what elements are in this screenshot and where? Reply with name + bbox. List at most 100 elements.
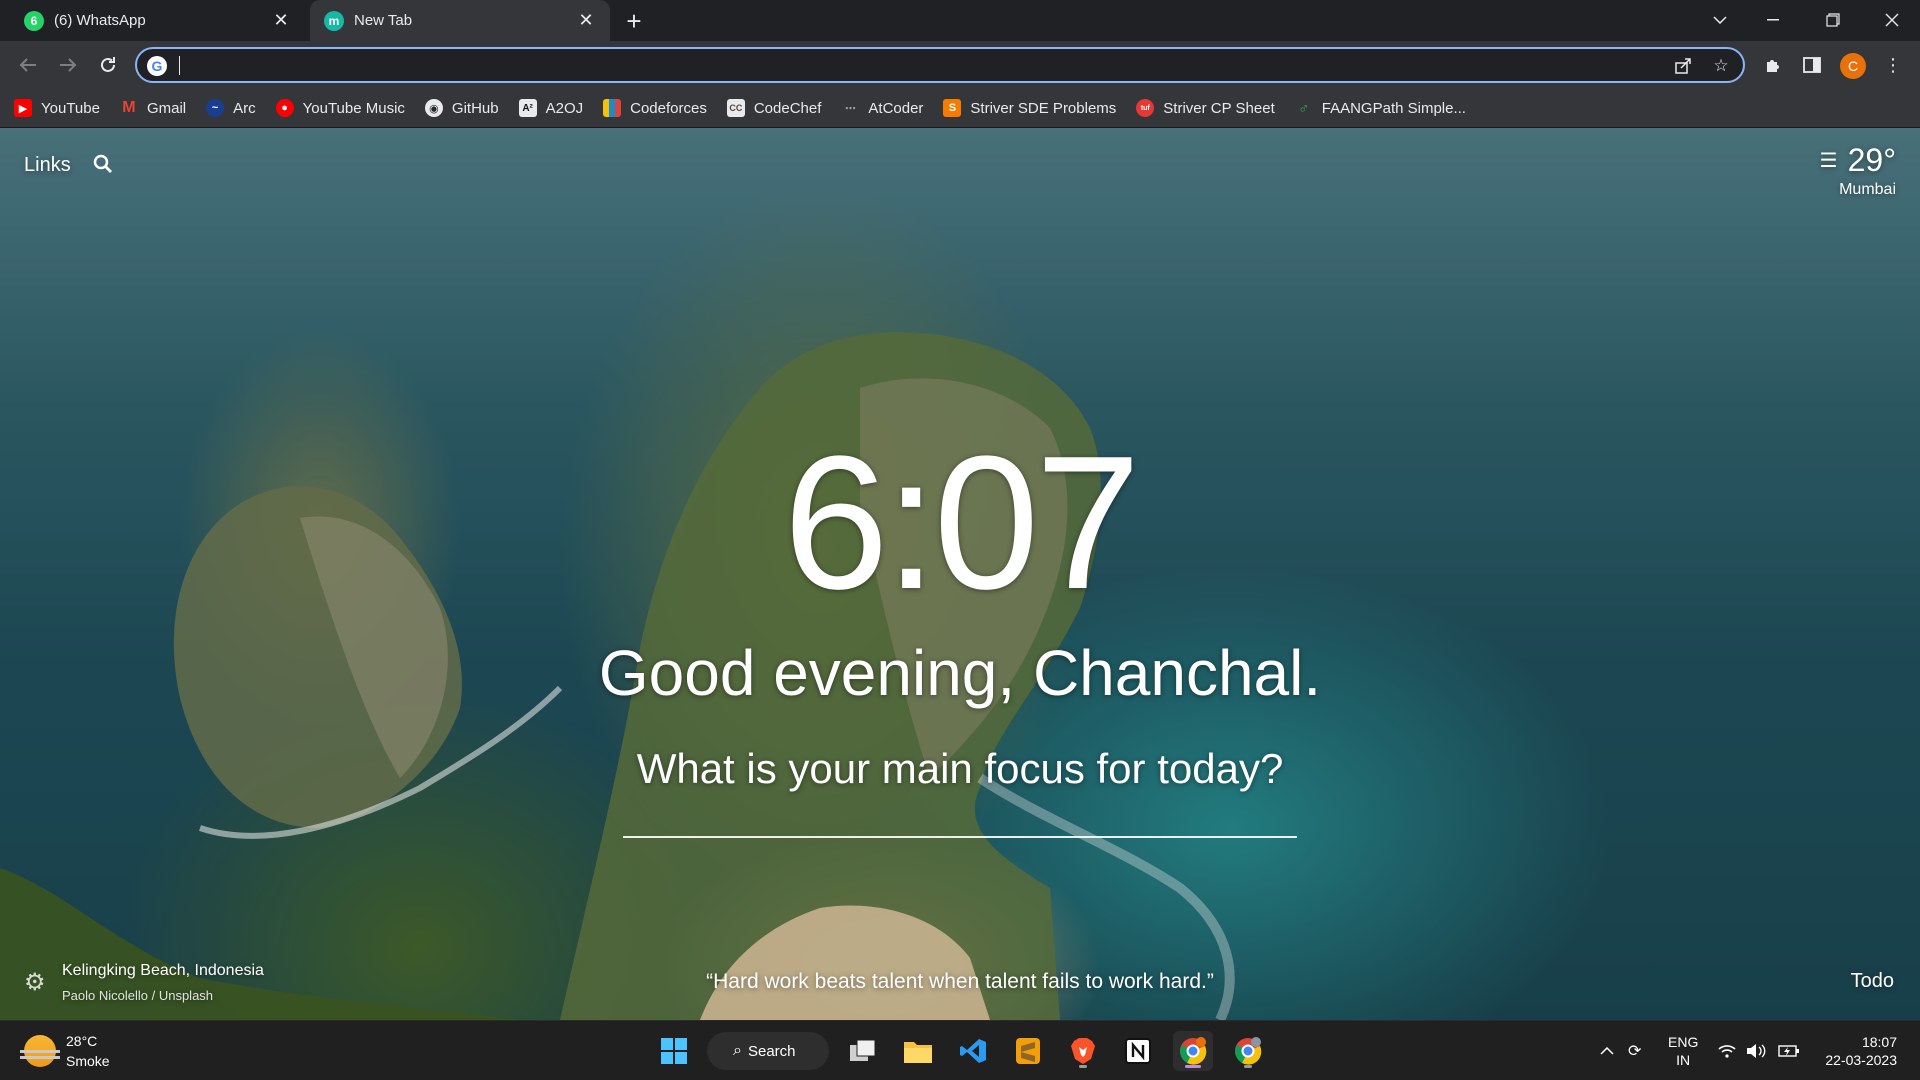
weather-city: Mumbai — [1839, 181, 1896, 198]
weather-temperature: 29° — [1847, 142, 1896, 178]
vscode-icon[interactable] — [953, 1031, 993, 1071]
bookmark-label: CodeChef — [753, 99, 822, 117]
bookmark-striver-cp[interactable]: tuf Striver CP Sheet — [1136, 99, 1275, 117]
taskbar-search-label: Search — [747, 1042, 796, 1060]
sublime-text-icon[interactable] — [1008, 1031, 1048, 1071]
battery-icon[interactable] — [1778, 1021, 1800, 1080]
windows-taskbar: 28°C Smoke ⌕ Search ⟳ ENG IN 18:07 22-03… — [0, 1020, 1920, 1080]
wifi-icon[interactable] — [1718, 1021, 1736, 1080]
google-icon: G — [147, 56, 167, 76]
chrome-icon[interactable] — [1173, 1031, 1213, 1071]
faangpath-icon: ♂ — [1298, 99, 1310, 117]
bookmark-a2oj[interactable]: A² A2OJ — [518, 99, 584, 117]
striver-cp-icon: tuf — [1136, 99, 1155, 117]
bookmark-codechef[interactable]: CC CodeChef — [726, 99, 822, 117]
side-panel-icon[interactable] — [1797, 50, 1827, 80]
running-indicator — [1079, 1065, 1087, 1068]
running-indicator — [1244, 1065, 1252, 1068]
taskbar-weather-condition[interactable]: Smoke — [66, 1053, 110, 1069]
close-tab-icon[interactable]: ✕ — [271, 10, 291, 31]
gmail-icon: M — [122, 99, 136, 116]
bookmark-label: Arc — [233, 99, 256, 117]
taskbar-weather-temp[interactable]: 28°C — [66, 1033, 97, 1049]
extensions-puzzle-icon[interactable] — [1758, 50, 1788, 80]
bookmark-atcoder[interactable]: ⋯ AtCoder — [841, 99, 924, 117]
daily-quote[interactable]: “Hard work beats talent when talent fail… — [0, 970, 1920, 994]
atcoder-icon: ⋯ — [844, 102, 856, 115]
codeforces-icon — [603, 99, 622, 117]
youtube-icon: ▶ — [14, 99, 32, 117]
text-caret — [179, 56, 180, 75]
show-hidden-icons-chevron[interactable] — [1600, 1021, 1614, 1080]
browser-toolbar: G ☆ C ⋮ — [0, 41, 1920, 89]
profile-avatar[interactable]: C — [1840, 53, 1866, 79]
tab-whatsapp[interactable]: 6 (6) WhatsApp ✕ — [10, 0, 305, 41]
bookmark-label: YouTube — [41, 99, 100, 117]
address-input[interactable] — [177, 53, 1627, 77]
new-tab-button[interactable]: + — [620, 8, 648, 36]
minimize-button[interactable] — [1745, 0, 1801, 40]
share-icon[interactable] — [1672, 55, 1694, 77]
focus-question: What is your main focus for today? — [636, 745, 1284, 792]
system-clock[interactable]: 18:07 22-03-2023 — [1815, 1033, 1897, 1069]
reload-button[interactable] — [92, 49, 124, 81]
todo-button[interactable]: Todo — [1851, 970, 1894, 993]
bookmark-star-icon[interactable]: ☆ — [1710, 55, 1732, 77]
tab-search-chevron-icon[interactable] — [1692, 0, 1748, 40]
github-icon: ◉ — [424, 99, 443, 117]
clock-date: 22-03-2023 — [1825, 1052, 1897, 1068]
address-bar[interactable]: G ☆ — [135, 47, 1745, 83]
codechef-icon: CC — [726, 99, 745, 117]
bookmark-github[interactable]: ◉ GitHub — [424, 99, 499, 117]
volume-icon[interactable] — [1746, 1021, 1766, 1080]
brave-browser-icon[interactable] — [1063, 1031, 1103, 1071]
striver-sde-icon: S — [943, 99, 962, 117]
whatsapp-icon: 6 — [24, 10, 44, 31]
bookmark-label: FAANGPath Simple... — [1321, 99, 1466, 117]
tab-new-tab[interactable]: m New Tab ✕ — [310, 0, 610, 41]
bookmark-gmail[interactable]: M Gmail — [120, 99, 186, 117]
task-view-icon[interactable] — [843, 1031, 883, 1071]
start-button[interactable] — [654, 1031, 694, 1071]
clock-time: 6:07 — [783, 417, 1141, 629]
search-icon: ⌕ — [733, 1042, 742, 1059]
bookmark-striver-sde[interactable]: S Striver SDE Problems — [943, 99, 1116, 117]
weather-smoke-icon[interactable] — [20, 1035, 60, 1067]
bookmark-label: Codeforces — [630, 99, 707, 117]
greeting: Good evening, Chanchal. — [598, 637, 1322, 709]
bookmark-label: YouTube Music — [302, 99, 405, 117]
kebab-menu-icon[interactable]: ⋮ — [1878, 50, 1908, 80]
file-explorer-icon[interactable] — [898, 1031, 938, 1071]
momentum-new-tab-page: Links ☰ 29° Mumbai 6:07 Good evening, Ch… — [0, 128, 1920, 1020]
bookmark-label: AtCoder — [868, 99, 924, 117]
back-button[interactable] — [12, 49, 44, 81]
bookmarks-bar: ▶ YouTube M Gmail ~ Arc ● YouTube Music ◉ Git… — [0, 89, 1920, 128]
taskbar-search-button[interactable]: ⌕ Search — [707, 1032, 829, 1070]
clock-time-taskbar: 18:07 — [1861, 1034, 1897, 1050]
close-window-button[interactable] — [1864, 0, 1920, 40]
bookmark-label: Striver CP Sheet — [1163, 99, 1275, 117]
bookmark-arc[interactable]: ~ Arc — [206, 99, 256, 117]
bookmark-label: Striver SDE Problems — [970, 99, 1117, 117]
youtube-music-icon: ● — [275, 99, 294, 117]
restore-button[interactable] — [1805, 0, 1861, 40]
bookmark-codeforces[interactable]: Codeforces — [603, 99, 707, 117]
bookmark-label: A2OJ — [545, 99, 584, 117]
language-indicator[interactable]: ENG IN — [1668, 1033, 1698, 1069]
search-icon[interactable] — [93, 154, 113, 180]
tab-title: (6) WhatsApp — [54, 12, 146, 29]
bookmark-youtube-music[interactable]: ● YouTube Music — [275, 99, 405, 117]
bookmark-youtube[interactable]: ▶ YouTube — [14, 99, 100, 117]
close-tab-icon[interactable]: ✕ — [576, 10, 596, 31]
bookmark-label: Gmail — [146, 99, 187, 117]
weather-widget[interactable]: ☰ 29° Mumbai — [1820, 142, 1896, 199]
focus-input[interactable] — [623, 788, 1297, 838]
chrome-profile-icon[interactable] — [1228, 1031, 1268, 1071]
links-button[interactable]: Links — [24, 154, 71, 177]
bookmark-label: GitHub — [451, 99, 499, 117]
onedrive-sync-icon[interactable]: ⟳ — [1628, 1021, 1641, 1080]
notion-icon[interactable] — [1118, 1031, 1158, 1071]
browser-titlebar: 6 (6) WhatsApp ✕ m New Tab ✕ + — [0, 0, 1920, 41]
forward-button[interactable] — [52, 49, 84, 81]
bookmark-faangpath[interactable]: ♂ FAANGPath Simple... — [1295, 99, 1466, 117]
